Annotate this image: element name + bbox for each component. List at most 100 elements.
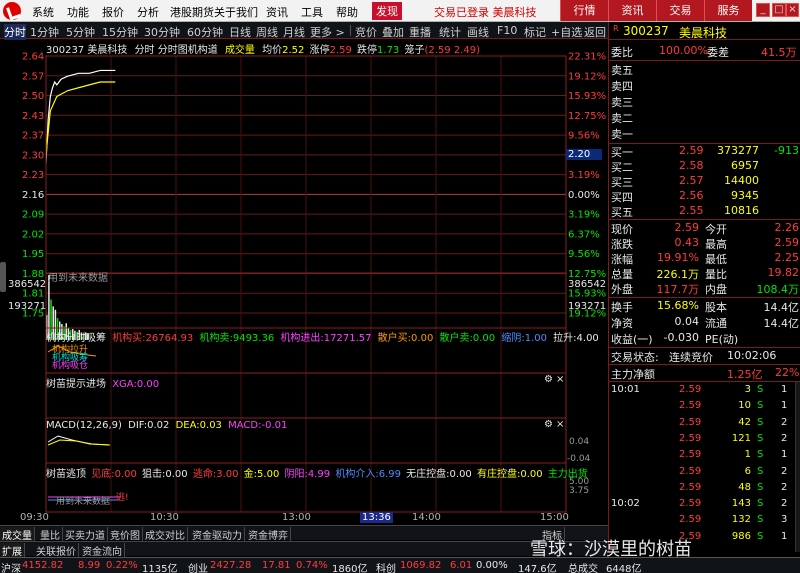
- dif-label: DIF:: [128, 420, 148, 431]
- sell-level-label: 卖四: [611, 80, 633, 93]
- menu-item-function[interactable]: 功能: [67, 4, 89, 20]
- maximize-icon[interactable]: □: [772, 3, 786, 17]
- menu-item-hk-futures[interactable]: 港股期货: [170, 4, 214, 20]
- period-tab-60min[interactable]: 60分钟: [187, 24, 223, 40]
- menu-item-system[interactable]: 系统: [32, 4, 54, 20]
- menu-item-tools[interactable]: 工具: [301, 4, 323, 20]
- price-tick-label: 2.37: [22, 131, 44, 142]
- period-tab-intraday[interactable]: 分时: [4, 24, 26, 40]
- smtd-value-4: 5.00: [257, 469, 280, 480]
- period-tab-more[interactable]: 更多 >: [310, 24, 345, 40]
- pane-settings-icon[interactable]: ⚙: [544, 374, 553, 385]
- tool-replay[interactable]: 重播: [409, 24, 431, 40]
- tab-fund-flow[interactable]: 资金流向: [80, 543, 125, 558]
- macd-dif-line: [47, 435, 111, 446]
- stat-row[interactable]: 涨跌 0.43 最高 2.59: [609, 235, 800, 251]
- period-tab-5min[interactable]: 5分钟: [66, 24, 95, 40]
- tab-volume-ratio[interactable]: 量比: [38, 527, 63, 542]
- minimize-icon[interactable]: _: [756, 3, 770, 17]
- tab-market[interactable]: 行情: [560, 0, 608, 21]
- tick-row[interactable]: 2.59 1 S 1: [609, 448, 800, 463]
- sell-row[interactable]: 卖五: [609, 61, 800, 77]
- pct-tick-label: 19.12%: [568, 71, 606, 82]
- tab-related-quote[interactable]: 关联报价: [34, 543, 79, 558]
- tool-stats[interactable]: 统计: [439, 24, 461, 40]
- tick-row[interactable]: 2.59 10 S 1: [609, 399, 800, 414]
- buy-row[interactable]: 买一 2.59 373277 -913: [609, 143, 800, 159]
- period-tab-daily[interactable]: 日线: [229, 24, 251, 40]
- weicha-label: 委差: [707, 46, 729, 59]
- buy-volume: 10816: [724, 204, 759, 217]
- tab-trade[interactable]: 交易: [656, 0, 704, 21]
- stat-row[interactable]: 涨幅 19.91% 最低 2.25: [609, 250, 800, 266]
- tool-overlay[interactable]: 叠加: [382, 24, 404, 40]
- macd-close-icon[interactable]: ×: [556, 419, 564, 430]
- period-tab-15min[interactable]: 15分钟: [102, 24, 138, 40]
- tick-row[interactable]: 2.59 42 S 2: [609, 416, 800, 431]
- tick-row[interactable]: 2.59 6 S 2: [609, 465, 800, 480]
- smtd-axis-bottom: 3.75: [569, 486, 590, 496]
- future-data-note: 用到未来数据: [48, 273, 108, 284]
- tool-draw[interactable]: 画线: [467, 24, 489, 40]
- sell-row[interactable]: 卖三: [609, 93, 800, 109]
- buy-row[interactable]: 买二 2.58 6957: [609, 158, 800, 174]
- tick-price: 2.59: [679, 514, 702, 526]
- tick-row[interactable]: 2.59 121 S 2: [609, 432, 800, 447]
- cy-label: 创业: [188, 564, 208, 573]
- period-tab-monthly[interactable]: 月线: [283, 24, 305, 40]
- tool-back[interactable]: 返回: [584, 24, 606, 40]
- tool-mark[interactable]: 标记: [524, 24, 546, 40]
- tab-fund-drive[interactable]: 资金驱动力: [190, 527, 245, 542]
- inst-buy-label: 机构买:: [112, 333, 146, 344]
- stat-row[interactable]: 外盘 117.7万 内盘 108.4万: [609, 280, 800, 296]
- dea-label: DEA:: [175, 420, 200, 431]
- macd-settings-icon[interactable]: ⚙: [544, 419, 553, 430]
- tab-auction-chart[interactable]: 竞价图: [108, 527, 143, 542]
- kc-label: 科创: [376, 564, 396, 573]
- menu-item-news[interactable]: 资讯: [266, 4, 288, 20]
- tick-scrollbar[interactable]: [795, 382, 800, 552]
- tab-fund-game[interactable]: 资金博弈: [246, 527, 291, 542]
- sell-row[interactable]: 卖一: [609, 125, 800, 141]
- period-tab-1min[interactable]: 1分钟: [30, 24, 59, 40]
- stat-label: PE(动): [705, 333, 739, 346]
- menu-item-analysis[interactable]: 分析: [137, 4, 159, 20]
- menu-item-discover[interactable]: 发现: [372, 2, 402, 20]
- period-tab-weekly[interactable]: 周线: [256, 24, 278, 40]
- main-flow-row[interactable]: 主力净额 1.25亿 22%: [609, 365, 800, 381]
- tab-deal-compare[interactable]: 成交对比: [143, 527, 188, 542]
- tool-auction[interactable]: 竞价: [355, 24, 377, 40]
- weibi-value: 100.00%: [659, 44, 708, 57]
- buy-row[interactable]: 买三 2.57 14400: [609, 173, 800, 189]
- stat-row[interactable]: 总量 226.1万 量比 19.82: [609, 265, 800, 281]
- stat-row[interactable]: 净资 0.04 流通 14.4亿: [609, 314, 800, 330]
- pane-close-icon[interactable]: ×: [556, 374, 564, 385]
- smtd-value-5: 4.99: [307, 469, 331, 480]
- stat-row[interactable]: 现价 2.59 今开 2.26: [609, 220, 800, 236]
- stat-row[interactable]: 换手 15.68% 股本 14.4亿: [609, 298, 800, 314]
- tab-buy-sell-power[interactable]: 买卖力道: [63, 527, 108, 542]
- tab-expand[interactable]: 扩展: [0, 543, 25, 558]
- tick-row[interactable]: 2.59 48 S 2: [609, 481, 800, 496]
- sell-row[interactable]: 卖二: [609, 109, 800, 125]
- tab-volume[interactable]: 成交量: [0, 527, 35, 542]
- buy-row[interactable]: 买五 2.55 10816: [609, 203, 800, 219]
- stat-row[interactable]: 收益(一) -0.030 PE(动): [609, 330, 800, 346]
- buy-row[interactable]: 买四 2.56 9345: [609, 188, 800, 204]
- tick-row[interactable]: 10:02 2.59 143 S 2: [609, 497, 800, 512]
- tab-news[interactable]: 资讯: [608, 0, 656, 21]
- volume-tick-right: 386542: [568, 279, 606, 290]
- tool-f10[interactable]: F10: [497, 24, 517, 37]
- period-tab-30min[interactable]: 30分钟: [144, 24, 180, 40]
- close-icon[interactable]: ×: [786, 3, 799, 17]
- tool-add-watchlist[interactable]: +自选: [551, 24, 582, 40]
- smtd-label-8: 有庄控盘:: [476, 469, 521, 480]
- tab-service[interactable]: 服务: [704, 0, 752, 21]
- tick-row[interactable]: 2.59 132 S 3: [609, 513, 800, 528]
- sell-row[interactable]: 卖四: [609, 77, 800, 93]
- smtd-label-4: 金:: [243, 469, 258, 480]
- menu-item-quote[interactable]: 报价: [102, 4, 124, 20]
- menu-item-help[interactable]: 帮助: [336, 4, 358, 20]
- menu-item-about[interactable]: 关于我们: [214, 4, 258, 20]
- tick-row[interactable]: 10:01 2.59 3 S 1: [609, 383, 800, 398]
